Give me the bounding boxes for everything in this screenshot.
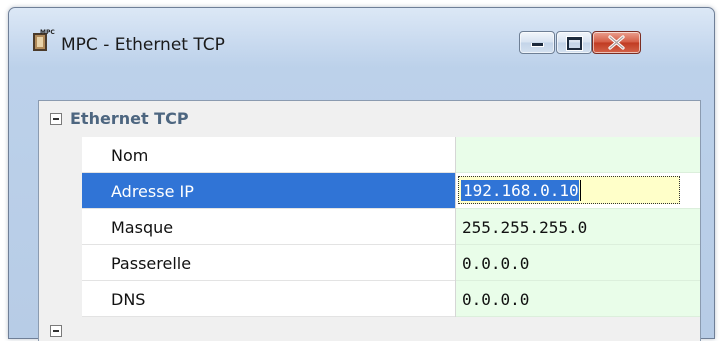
- property-value[interactable]: 192.168.0.10: [456, 173, 700, 209]
- property-grid: Ethernet TCP Nom Adresse IP 192.168.0.10…: [38, 100, 701, 341]
- ip-address-input[interactable]: 192.168.0.10: [458, 176, 680, 204]
- category-label: Ethernet TCP: [70, 109, 189, 128]
- app-window: MPC MPC - Ethernet TCP Ethernet TCP Nom: [8, 7, 715, 341]
- property-name: Adresse IP: [82, 173, 455, 209]
- property-row-adresse-ip[interactable]: Adresse IP 192.168.0.10: [39, 173, 700, 209]
- property-value[interactable]: 255.255.255.0: [456, 209, 700, 245]
- property-row-passerelle[interactable]: Passerelle 0.0.0.0: [39, 245, 700, 281]
- property-value[interactable]: 0.0.0.0: [456, 281, 700, 317]
- next-category-row[interactable]: [39, 317, 700, 341]
- minimize-icon: [531, 43, 544, 47]
- svg-text:MPC: MPC: [40, 29, 55, 36]
- close-button[interactable]: [592, 31, 641, 54]
- minimize-button[interactable]: [519, 31, 555, 54]
- property-name: Nom: [82, 137, 455, 173]
- maximize-icon: [567, 37, 582, 50]
- window-title: MPC - Ethernet TCP: [61, 35, 225, 55]
- text-caret: [580, 180, 581, 201]
- property-value[interactable]: [456, 137, 700, 173]
- category-ethernet-tcp[interactable]: Ethernet TCP: [39, 101, 700, 137]
- property-row-dns[interactable]: DNS 0.0.0.0: [39, 281, 700, 317]
- property-value[interactable]: 0.0.0.0: [456, 245, 700, 281]
- property-name: DNS: [82, 281, 455, 317]
- collapse-minus-icon[interactable]: [50, 113, 62, 125]
- maximize-button[interactable]: [556, 31, 592, 54]
- property-name: Passerelle: [82, 245, 455, 281]
- property-name: Masque: [82, 209, 455, 245]
- property-row-masque[interactable]: Masque 255.255.255.0: [39, 209, 700, 245]
- property-row-nom[interactable]: Nom: [39, 137, 700, 173]
- close-icon: [608, 35, 625, 50]
- mpc-app-icon: MPC: [33, 29, 55, 51]
- title-bar[interactable]: MPC MPC - Ethernet TCP: [9, 8, 714, 78]
